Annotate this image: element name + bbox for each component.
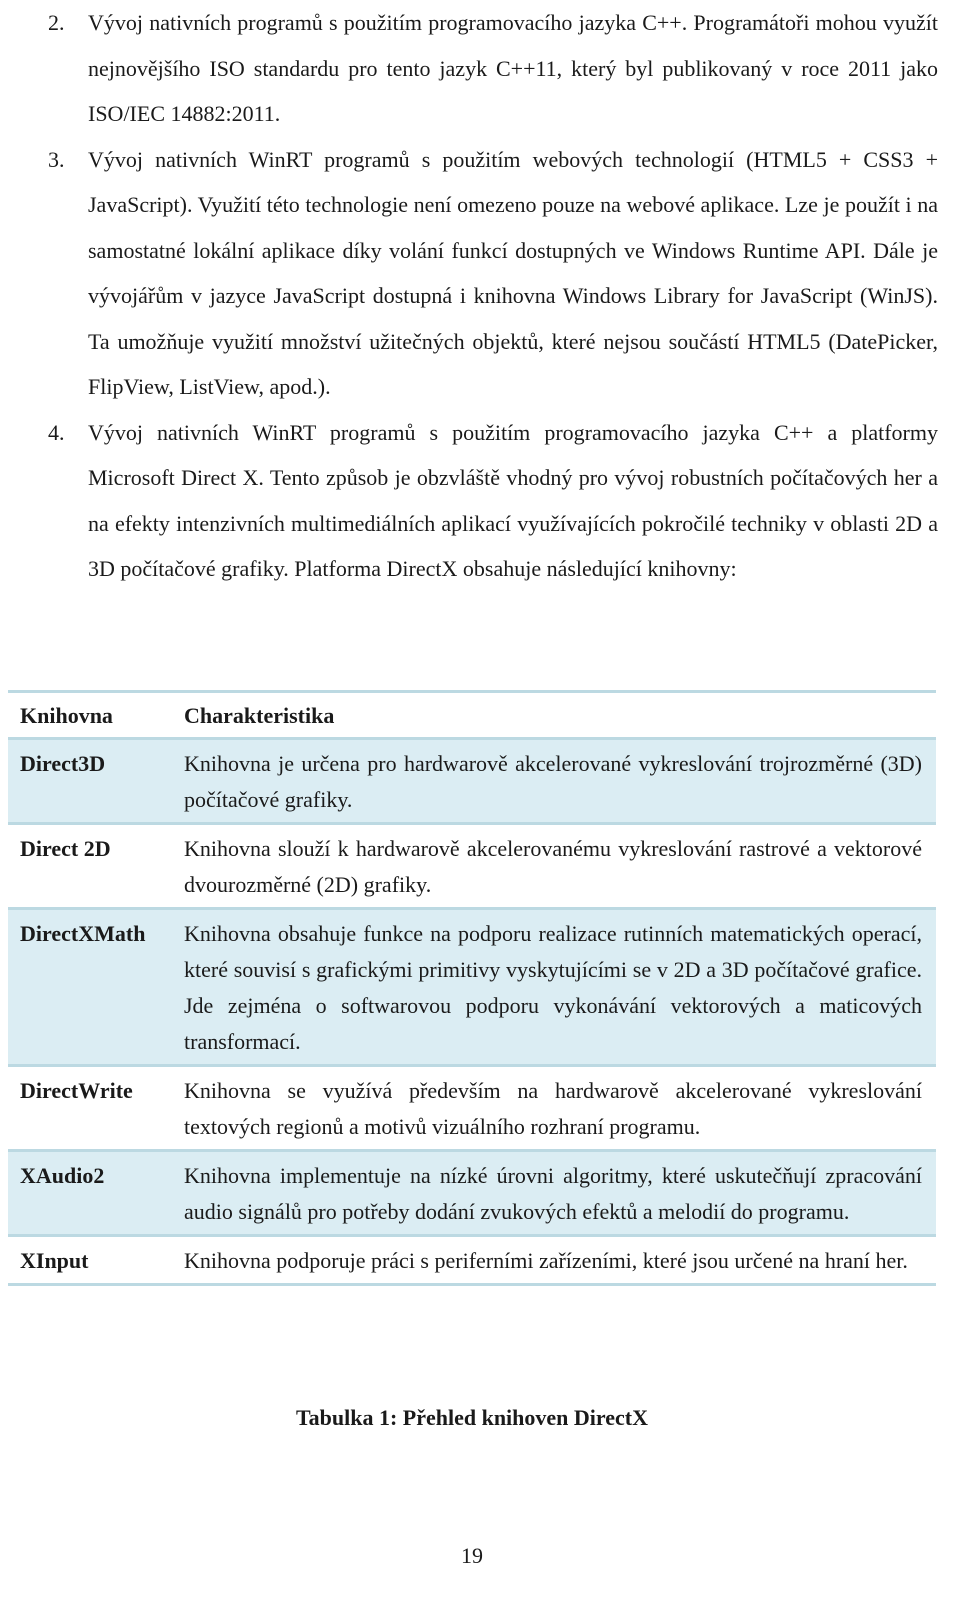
library-description: Knihovna implementuje na nízké úrovni al… xyxy=(184,1163,922,1224)
library-name: Direct 2D xyxy=(20,836,111,861)
table-row: Direct3D Knihovna je určena pro hardwaro… xyxy=(8,737,936,822)
table-header-row: Knihovna Charakteristika xyxy=(8,690,936,737)
list-item-text: Vývoj nativních programů s použitím prog… xyxy=(88,10,938,126)
library-name: DirectWrite xyxy=(20,1078,133,1103)
list-item-number: 4. xyxy=(48,419,65,445)
list-item-number: 3. xyxy=(48,146,65,172)
list-item-text: Vývoj nativních WinRT programů s použití… xyxy=(88,419,938,582)
table-caption: Tabulka 1: Přehled knihoven DirectX xyxy=(295,1405,649,1430)
list-item-text: Vývoj nativních WinRT programů s použití… xyxy=(88,146,938,400)
library-description: Knihovna je určena pro hardwarově akcele… xyxy=(184,751,922,812)
table-row: DirectWrite Knihovna se využívá předevší… xyxy=(8,1064,936,1149)
list-item-number: 2. xyxy=(48,10,65,35)
library-description: Knihovna podporuje práci s periferními z… xyxy=(184,1248,908,1273)
column-header-characteristics: Charakteristika xyxy=(184,703,335,728)
table-row: XInput Knihovna podporuje práci s perife… xyxy=(8,1234,936,1286)
library-name: DirectXMath xyxy=(20,921,146,946)
library-name: XInput xyxy=(20,1248,89,1273)
page-number: 19 xyxy=(461,1543,483,1568)
directx-libraries-table: Knihovna Charakteristika Direct3D Knihov… xyxy=(8,690,936,1286)
table-row: XAudio2 Knihovna implementuje na nízké ú… xyxy=(8,1149,936,1234)
library-description: Knihovna obsahuje funkce na podporu real… xyxy=(184,921,922,1054)
table-row: Direct 2D Knihovna slouží k hardwarově a… xyxy=(8,822,936,907)
column-header-library: Knihovna xyxy=(20,703,113,728)
library-name: XAudio2 xyxy=(20,1163,105,1188)
list-item: 2. Vývoj nativních programů s použitím p… xyxy=(48,0,938,137)
library-description: Knihovna se využívá především na hardwar… xyxy=(184,1078,922,1139)
library-description: Knihovna slouží k hardwarově akcelerovan… xyxy=(184,836,922,897)
library-name: Direct3D xyxy=(20,751,106,776)
numbered-list: 2. Vývoj nativních programů s použitím p… xyxy=(48,0,938,592)
list-item: 4. Vývoj nativních WinRT programů s použ… xyxy=(48,410,938,592)
table-row: DirectXMath Knihovna obsahuje funkce na … xyxy=(8,907,936,1064)
list-item: 3. Vývoj nativních WinRT programů s použ… xyxy=(48,137,938,410)
